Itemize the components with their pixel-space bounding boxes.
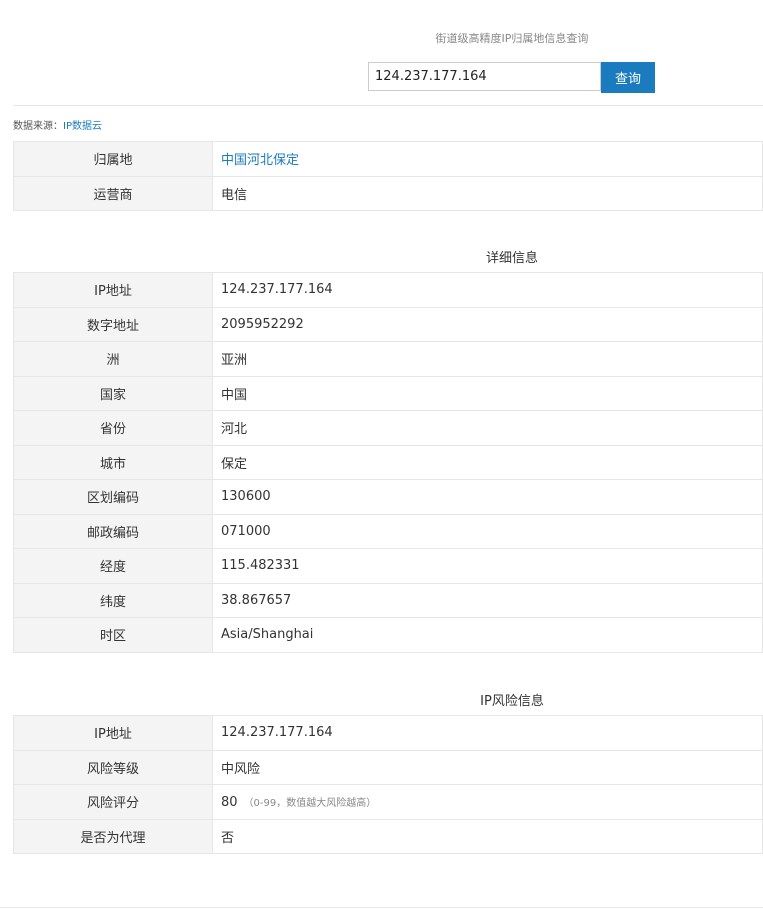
location-link[interactable]: 中国河北保定 [212,141,763,177]
value-text: 071000 [221,523,271,539]
row-label: 邮政编码 [13,513,213,549]
row-label: 运营商 [13,175,213,211]
table-row: 风险评分 80 （0-99，数值越大风险越高） [13,784,763,820]
table-row: 国家 中国 [13,375,763,411]
table-row: 区划编码 130600 [13,479,763,515]
value-text: 河北 [221,422,248,438]
ip-search-input[interactable] [368,62,601,91]
search-button[interactable]: 查询 [601,62,655,93]
row-label: 省份 [13,410,213,446]
detail-table: IP地址 124.237.177.164 数字地址 2095952292 洲亚洲 国家 中国… [13,272,763,653]
summary-table: 归属地 中国河北保定 运营商 电信 [13,141,763,211]
row-value: 保定 [212,444,763,480]
row-value: 中国 [212,375,763,411]
row-value: 071000 [212,513,763,549]
table-row: 城市 保定 [13,444,763,480]
source-link[interactable]: IP数据云 [63,121,102,132]
row-value: 电信 [212,175,763,211]
row-value: 2095952292 [212,306,763,342]
row-value: 124.237.177.164 [212,272,763,308]
table-row: 风险等级 中风险 [13,749,763,785]
row-value: 130600 [212,479,763,515]
table-row: 时区 Asia/Shanghai [13,617,763,653]
table-row: 邮政编码 071000 [13,513,763,549]
score-note: （0-99，数值越大风险越高） [243,797,377,809]
detail-section-title: 详细信息 [485,251,538,266]
row-label: 城市 [13,444,213,480]
table-row: 归属地 中国河北保定 [13,141,763,177]
row-label: 归属地 [13,141,213,177]
value-text: 124.237.177.164 [221,282,333,298]
risk-section-title: IP风险信息 [480,694,544,709]
value-text: Asia/Shanghai [221,627,314,643]
table-row: IP地址 124.237.177.164 [13,715,763,751]
value-text: 中风险 [221,761,261,777]
table-row: 经度 115.482331 [13,548,763,584]
value-text: 130600 [221,489,271,505]
row-label: IP地址 [13,272,213,308]
page: 街道级高精度IP归属地信息查询 查询 数据来源：IP数据云 归属地中国河北保定 … [13,0,763,909]
value-text: 80 [221,794,238,810]
table-row: 洲亚洲 [13,341,763,377]
row-value: 115.482331 [212,548,763,584]
table-row: 省份 河北 [13,410,763,446]
row-value: 38.867657 [212,582,763,618]
table-row: 数字地址 2095952292 [13,306,763,342]
row-label: 洲 [13,341,213,377]
value-text: 中国 [221,387,248,403]
value-text: 115.482331 [221,558,300,574]
page-title: 街道级高精度IP归属地信息查询 [435,32,589,45]
row-label: 国家 [13,375,213,411]
table-row: 运营商 电信 [13,175,763,211]
row-value: 中风险 [212,749,763,785]
row-value: 否 [212,818,763,854]
value-text: 保定 [221,456,248,472]
row-value: 80 （0-99，数值越大风险越高） [212,784,763,820]
search-bar: 查询 [368,62,655,93]
value-text: 124.237.177.164 [221,725,333,741]
row-label: IP地址 [13,715,213,751]
source-label: 数据来源： [13,121,63,132]
value-text: 否 [221,830,235,846]
row-value: 124.237.177.164 [212,715,763,751]
value-text: 38.867657 [221,592,292,608]
table-row: 纬度 38.867657 [13,582,763,618]
row-value: 河北 [212,410,763,446]
row-value: 亚洲 [212,341,763,377]
divider [13,105,763,106]
row-label: 经度 [13,548,213,584]
row-value: Asia/Shanghai [212,617,763,653]
row-label: 时区 [13,617,213,653]
row-label: 区划编码 [13,479,213,515]
row-label: 数字地址 [13,306,213,342]
data-source: 数据来源：IP数据云 [13,117,102,132]
table-row: 是否为代理否 [13,818,763,854]
row-label: 纬度 [13,582,213,618]
risk-table: IP地址 124.237.177.164 风险等级 中风险 风险评分 80 （0-99，数值… [13,715,763,854]
value-text: 2095952292 [221,316,304,332]
row-label: 风险等级 [13,749,213,785]
row-label: 风险评分 [13,784,213,820]
value-text: 亚洲 [221,353,248,369]
table-row: IP地址 124.237.177.164 [13,272,763,308]
row-label: 是否为代理 [13,818,213,854]
bottom-divider [0,907,763,908]
